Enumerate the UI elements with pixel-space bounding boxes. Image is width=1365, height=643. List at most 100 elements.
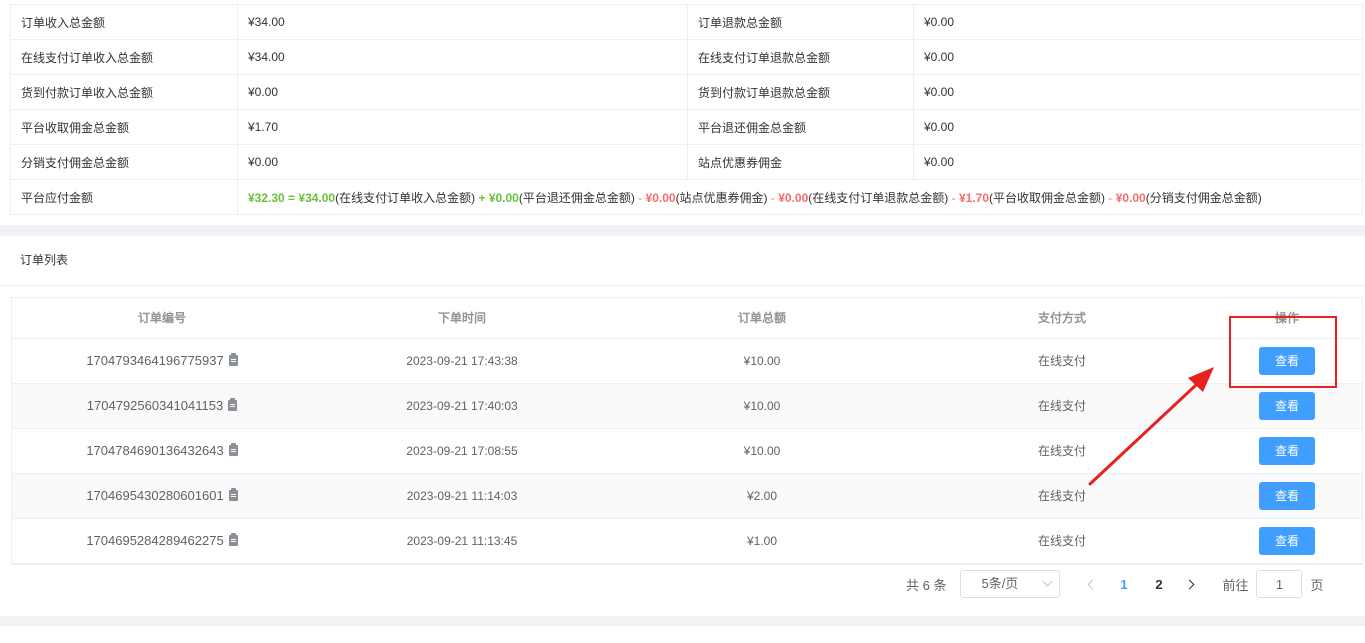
payment-method: 在线支付: [912, 428, 1212, 474]
summary-key: 站点优惠券佣金: [687, 144, 914, 180]
clipboard-icon[interactable]: [228, 488, 238, 501]
summary-row: 订单收入总金额 ¥34.00 订单退款总金额 ¥0.00: [10, 4, 1363, 40]
order-no: 1704792560341041153: [86, 398, 224, 413]
formula-term-value: ¥0.00: [488, 190, 519, 205]
formula-minus: -: [951, 190, 956, 205]
jump-page-input[interactable]: [1256, 570, 1303, 598]
prev-page-button[interactable]: [1076, 570, 1106, 598]
order-amount: ¥10.00: [612, 428, 912, 474]
order-no-cell: 1704792560341041153: [12, 383, 312, 429]
summary-row: 货到付款订单收入总金额 ¥0.00 货到付款订单退款总金额 ¥0.00: [10, 74, 1363, 110]
table-row: 1704695430280601601 2023-09-21 11:14:03 …: [12, 473, 1362, 519]
payable-row: 平台应付金额 ¥32.30 = ¥34.00(在线支付订单收入总金额) + ¥0…: [10, 179, 1363, 215]
order-time: 2023-09-21 17:43:38: [312, 338, 612, 384]
summary-table: 订单收入总金额 ¥34.00 订单退款总金额 ¥0.00 在线支付订单收入总金额…: [10, 4, 1363, 215]
actions-cell: 查看: [1212, 383, 1362, 429]
clipboard-icon[interactable]: [228, 398, 238, 411]
actions-cell: 查看: [1212, 428, 1362, 474]
order-no: 1704695430280601601: [86, 488, 224, 503]
pagination: 共 6 条 5条/页 1 2 前往 页: [906, 570, 1324, 598]
summary-value: ¥1.70: [237, 109, 688, 145]
summary-card: 订单收入总金额 ¥34.00 订单退款总金额 ¥0.00 在线支付订单收入总金额…: [0, 0, 1365, 225]
order-time: 2023-09-21 11:13:45: [312, 518, 612, 564]
summary-value: ¥0.00: [237, 144, 688, 180]
formula-term-value: ¥1.70: [958, 190, 989, 205]
summary-value: ¥0.00: [913, 74, 1363, 110]
formula-term-label: (平台退还佣金总金额): [518, 190, 635, 205]
table-row: 1704792560341041153 2023-09-21 17:40:03 …: [12, 383, 1362, 429]
page-number-1[interactable]: 1: [1106, 577, 1141, 592]
summary-key: 订单退款总金额: [687, 4, 914, 40]
order-time: 2023-09-21 11:14:03: [312, 473, 612, 519]
summary-value: ¥0.00: [913, 4, 1363, 40]
order-amount: ¥2.00: [612, 473, 912, 519]
summary-row: 分销支付佣金总金额 ¥0.00 站点优惠券佣金 ¥0.00: [10, 144, 1363, 180]
clipboard-icon[interactable]: [228, 353, 238, 366]
chevron-down-icon: [1043, 576, 1053, 587]
actions-cell: 查看: [1212, 473, 1362, 519]
chevron-right-icon: [1185, 579, 1195, 589]
summary-key: 在线支付订单退款总金额: [687, 39, 914, 75]
page-unit-label: 页: [1310, 577, 1324, 593]
pagination-total: 共 6 条: [906, 577, 947, 593]
view-button[interactable]: 查看: [1259, 436, 1315, 465]
actions-cell: 查看: [1212, 518, 1362, 564]
formula-term-value: ¥34.00: [298, 190, 336, 205]
order-time: 2023-09-21 17:40:03: [312, 383, 612, 429]
order-no-cell: 1704784690136432643: [12, 428, 312, 474]
column-header-order-amount: 订单总额: [612, 298, 912, 339]
summary-key: 平台收取佣金总金额: [10, 109, 238, 145]
order-no: 1704784690136432643: [86, 443, 224, 458]
formula-term-label: (在线支付订单退款总金额): [808, 190, 949, 205]
summary-row: 在线支付订单收入总金额 ¥34.00 在线支付订单退款总金额 ¥0.00: [10, 39, 1363, 75]
payment-method: 在线支付: [912, 473, 1212, 519]
view-button[interactable]: 查看: [1259, 481, 1315, 510]
payment-method: 在线支付: [912, 518, 1212, 564]
formula-equals: =: [288, 190, 296, 205]
order-amount: ¥10.00: [612, 383, 912, 429]
page-number-2[interactable]: 2: [1141, 577, 1176, 592]
summary-value: ¥0.00: [913, 109, 1363, 145]
formula-term-label: (平台收取佣金总金额): [989, 190, 1105, 205]
clipboard-icon[interactable]: [228, 443, 238, 456]
next-page-button[interactable]: [1176, 570, 1206, 598]
order-amount: ¥1.00: [612, 518, 912, 564]
order-no-cell: 1704695284289462275: [12, 518, 312, 564]
page-size-select[interactable]: 5条/页: [960, 570, 1061, 598]
order-amount: ¥10.00: [612, 338, 912, 384]
view-button[interactable]: 查看: [1259, 526, 1315, 555]
summary-value: ¥34.00: [237, 4, 688, 40]
summary-value: ¥0.00: [913, 39, 1363, 75]
annotation-highlight-box: [1229, 316, 1337, 388]
formula-term-value: ¥0.00: [778, 190, 809, 205]
page-size-value: 5条/页: [981, 576, 1019, 591]
formula-term-label: (分销支付佣金总金额): [1145, 190, 1262, 205]
order-no-cell: 1704793464196775937: [12, 338, 312, 384]
summary-key: 平台退还佣金总金额: [687, 109, 914, 145]
view-button[interactable]: 查看: [1259, 391, 1315, 420]
column-header-payment-method: 支付方式: [912, 298, 1212, 339]
formula-minus: -: [1108, 190, 1113, 205]
clipboard-icon[interactable]: [228, 533, 238, 546]
table-header-row: 订单编号 下单时间 订单总额 支付方式 操作: [12, 298, 1362, 339]
column-header-order-no: 订单编号: [12, 298, 312, 339]
summary-value: ¥34.00: [237, 39, 688, 75]
summary-key: 分销支付佣金总金额: [10, 144, 238, 180]
formula-plus: +: [478, 190, 486, 205]
payment-method: 在线支付: [912, 338, 1212, 384]
order-table: 订单编号 下单时间 订单总额 支付方式 操作 17047934641967759…: [12, 298, 1362, 564]
order-time: 2023-09-21 17:08:55: [312, 428, 612, 474]
summary-key: 在线支付订单收入总金额: [10, 39, 238, 75]
section-title: 订单列表: [0, 236, 1365, 286]
jump-label: 前往: [1222, 577, 1249, 593]
order-table-wrapper: 订单编号 下单时间 订单总额 支付方式 操作 17047934641967759…: [11, 297, 1363, 565]
payment-method: 在线支付: [912, 383, 1212, 429]
table-row: 1704784690136432643 2023-09-21 17:08:55 …: [12, 428, 1362, 474]
summary-row: 平台收取佣金总金额 ¥1.70 平台退还佣金总金额 ¥0.00: [10, 109, 1363, 145]
chevron-left-icon: [1088, 579, 1098, 589]
next-card-edge: [0, 626, 1365, 643]
column-header-order-time: 下单时间: [312, 298, 612, 339]
summary-key: 货到付款订单退款总金额: [687, 74, 914, 110]
payable-label: 平台应付金额: [10, 179, 238, 215]
summary-value: ¥0.00: [913, 144, 1363, 180]
